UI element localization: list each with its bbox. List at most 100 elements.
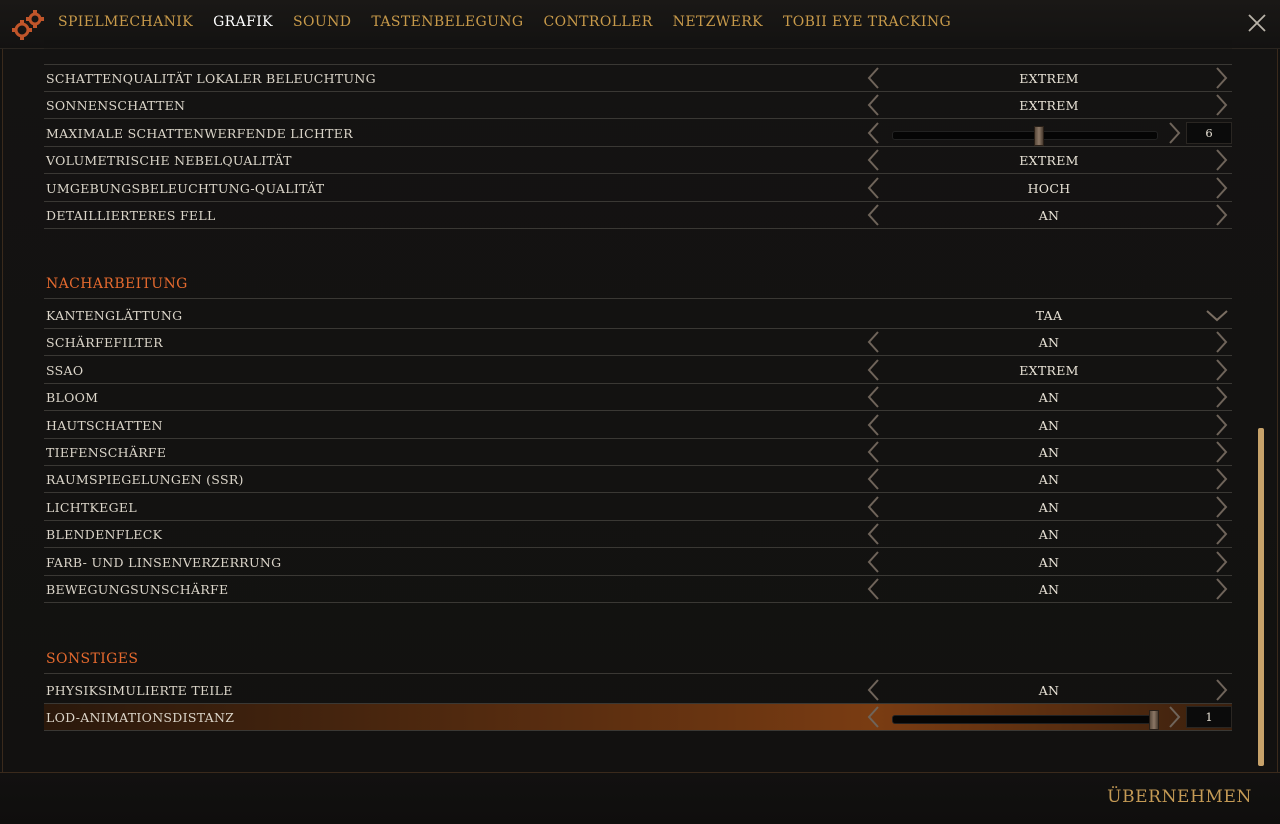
- chevron-right-icon[interactable]: [1215, 386, 1229, 408]
- chevron-down-icon[interactable]: [1206, 310, 1228, 322]
- chevron-right-icon[interactable]: [1215, 413, 1229, 436]
- slider-thumb[interactable]: [1149, 710, 1159, 731]
- chevron-right-icon[interactable]: [1215, 331, 1229, 354]
- scrollbar-thumb[interactable]: [1258, 428, 1264, 766]
- setting-label: VOLUMETRISCHE NEBELQUALITÄT: [46, 153, 292, 169]
- setting-row[interactable]: SONNENSCHATTEN EXTREM: [44, 92, 1232, 120]
- setting-label: LOD-ANIMATIONSDISTANZ: [46, 710, 235, 726]
- chevron-right-icon[interactable]: [1215, 176, 1229, 199]
- setting-label: FARB- UND LINSENVERZERRUNG: [46, 554, 282, 570]
- setting-value[interactable]: TAA: [884, 308, 1214, 323]
- setting-label: BLENDENFLECK: [46, 527, 163, 543]
- settings-list: SCHATTENQUALITÄT LOKALER BELEUCHTUNG EXTR…: [44, 40, 1232, 762]
- chevron-left-icon[interactable]: [866, 204, 880, 226]
- section-divider: [44, 673, 1232, 674]
- chevron-right-icon[interactable]: [1215, 94, 1229, 117]
- chevron-right-icon[interactable]: [1215, 679, 1229, 701]
- chevron-left-icon[interactable]: [866, 386, 880, 408]
- chevron-right-icon[interactable]: [1215, 441, 1229, 463]
- chevron-left-icon[interactable]: [866, 94, 880, 117]
- slider-value: 6: [1186, 121, 1232, 144]
- setting-row[interactable]: DETAILLIERTERES FELL AN: [44, 202, 1232, 229]
- setting-label: SONNENSCHATTEN: [46, 98, 186, 114]
- setting-row[interactable]: LOD-ANIMATIONSDISTANZ 1: [44, 704, 1232, 732]
- setting-label: KANTENGLÄTTUNG: [46, 308, 183, 323]
- chevron-left-icon[interactable]: [866, 413, 880, 436]
- chevron-left-icon[interactable]: [866, 441, 880, 463]
- chevron-right-icon[interactable]: [1215, 67, 1229, 89]
- tab-tobii-eye-tracking[interactable]: TOBII EYE TRACKING: [783, 14, 951, 30]
- chevron-right-icon[interactable]: [1215, 578, 1229, 600]
- chevron-left-icon[interactable]: [866, 176, 880, 199]
- setting-label: DETAILLIERTERES FELL: [46, 208, 216, 223]
- setting-row[interactable]: VOLUMETRISCHE NEBELQUALITÄT EXTREM: [44, 147, 1232, 175]
- setting-row[interactable]: KANTENGLÄTTUNG TAA: [44, 302, 1232, 329]
- chevron-left-icon[interactable]: [866, 468, 880, 491]
- setting-value: AN: [1038, 445, 1060, 460]
- setting-row[interactable]: SCHÄRFEFILTER AN: [44, 329, 1232, 357]
- chevron-right-icon[interactable]: [1168, 122, 1182, 144]
- setting-value: AN: [1038, 390, 1060, 406]
- chevron-right-icon[interactable]: [1215, 496, 1229, 518]
- chevron-left-icon[interactable]: [866, 706, 880, 729]
- setting-label: SCHÄRFEFILTER: [46, 335, 163, 351]
- chevron-right-icon[interactable]: [1215, 204, 1229, 226]
- setting-value: AN: [1038, 527, 1060, 543]
- chevron-left-icon[interactable]: [866, 359, 880, 381]
- setting-label: SCHATTENQUALITÄT LOKALER BELEUCHTUNG: [46, 71, 376, 86]
- setting-row[interactable]: UMGEBUNGSBELEUCHTUNG-QUALITÄT HOCH: [44, 175, 1232, 202]
- setting-row[interactable]: LICHTKEGEL AN: [44, 494, 1232, 521]
- setting-value: EXTREM: [1019, 71, 1079, 86]
- chevron-left-icon[interactable]: [866, 550, 880, 573]
- chevron-left-icon[interactable]: [866, 578, 880, 600]
- chevron-left-icon[interactable]: [866, 496, 880, 518]
- tab-spielmechanik[interactable]: SPIELMECHANIK: [58, 14, 193, 30]
- bottom-bar: ÜBERNEHMEN: [0, 772, 1280, 824]
- tab-bar: SPIELMECHANIK GRAFIK SOUND TASTENBELEGUNG CO…: [58, 14, 971, 30]
- setting-row[interactable]: SSAO EXTREM: [44, 357, 1232, 384]
- tab-grafik[interactable]: GRAFIK: [213, 14, 273, 30]
- setting-label: MAXIMALE SCHATTENWERFENDE LICHTER: [46, 125, 353, 141]
- chevron-left-icon[interactable]: [866, 67, 880, 89]
- chevron-left-icon[interactable]: [866, 149, 880, 171]
- chevron-right-icon[interactable]: [1215, 359, 1229, 381]
- setting-label: TIEFENSCHÄRFE: [46, 445, 167, 460]
- setting-value: EXTREM: [1019, 98, 1079, 114]
- setting-row[interactable]: PHYSIKSIMULIERTE TEILE AN: [44, 677, 1232, 704]
- slider-track[interactable]: [892, 125, 1158, 146]
- setting-row[interactable]: BLENDENFLECK AN: [44, 521, 1232, 549]
- setting-label: UMGEBUNGSBELEUCHTUNG-QUALITÄT: [46, 180, 325, 196]
- chevron-left-icon[interactable]: [866, 679, 880, 701]
- gears-icon: [12, 10, 44, 40]
- slider-track[interactable]: [892, 710, 1159, 731]
- chevron-left-icon[interactable]: [866, 523, 880, 545]
- close-icon[interactable]: [1246, 12, 1268, 34]
- setting-label: SSAO: [46, 362, 84, 378]
- setting-row[interactable]: BEWEGUNGSUNSCHÄRFE AN: [44, 576, 1232, 603]
- setting-row[interactable]: HAUTSCHATTEN AN: [44, 412, 1232, 439]
- chevron-right-icon[interactable]: [1215, 149, 1229, 171]
- chevron-left-icon[interactable]: [866, 122, 880, 144]
- chevron-right-icon[interactable]: [1215, 523, 1229, 545]
- setting-row[interactable]: TIEFENSCHÄRFE AN: [44, 439, 1232, 466]
- tab-netzwerk[interactable]: NETZWERK: [673, 14, 763, 30]
- setting-row[interactable]: MAXIMALE SCHATTENWERFENDE LICHTER 6: [44, 120, 1232, 147]
- setting-value: HOCH: [1027, 180, 1071, 196]
- tab-tastenbelegung[interactable]: TASTENBELEGUNG: [371, 14, 523, 30]
- setting-row[interactable]: FARB- UND LINSENVERZERRUNG AN: [44, 549, 1232, 576]
- slider-value: 1: [1186, 706, 1232, 729]
- tab-sound[interactable]: SOUND: [293, 14, 351, 30]
- setting-row[interactable]: RAUMSPIEGELUNGEN (SSR) AN: [44, 466, 1232, 494]
- apply-button[interactable]: ÜBERNEHMEN: [1107, 787, 1252, 807]
- setting-value: AN: [1038, 335, 1060, 351]
- slider-thumb[interactable]: [1034, 125, 1044, 146]
- setting-value: AN: [1038, 208, 1060, 223]
- tab-controller[interactable]: CONTROLLER: [544, 14, 653, 30]
- chevron-right-icon[interactable]: [1215, 468, 1229, 491]
- setting-label: LICHTKEGEL: [46, 499, 137, 515]
- chevron-left-icon[interactable]: [866, 331, 880, 354]
- chevron-right-icon[interactable]: [1168, 706, 1182, 729]
- setting-row[interactable]: BLOOM AN: [44, 384, 1232, 412]
- chevron-right-icon[interactable]: [1215, 550, 1229, 573]
- setting-row[interactable]: SCHATTENQUALITÄT LOKALER BELEUCHTUNG EXTR…: [44, 65, 1232, 92]
